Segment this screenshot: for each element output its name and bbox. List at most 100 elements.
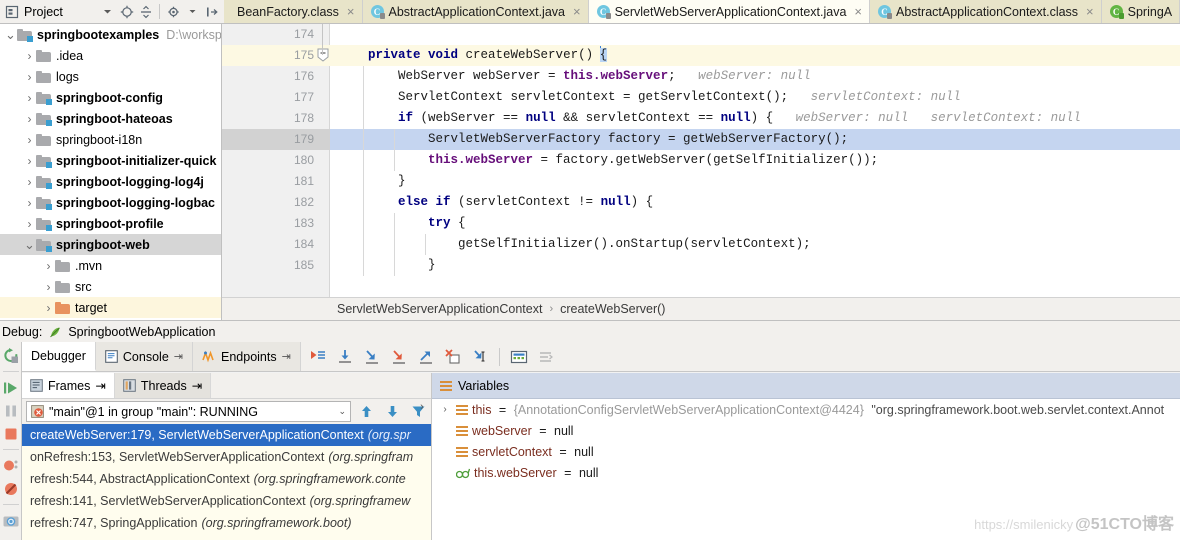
tree-node-5[interactable]: › springboot-i18n bbox=[0, 129, 221, 150]
chevron-down-icon[interactable]: ⌄ bbox=[4, 28, 17, 41]
chevron-right-icon[interactable]: › bbox=[23, 50, 36, 62]
editor-tab-0[interactable]: CBeanFactory.class× bbox=[224, 0, 363, 23]
force-step-into-icon[interactable] bbox=[387, 345, 411, 369]
tab-endpoints-pin-icon[interactable]: ⇥ bbox=[282, 350, 291, 363]
chevron-right-icon[interactable]: › bbox=[42, 302, 55, 314]
variable-row[interactable]: › this = {AnnotationConfigServletWebServe… bbox=[432, 399, 1180, 420]
editor-tab-1[interactable]: C AbstractApplicationContext.java × bbox=[362, 0, 589, 23]
frame-row[interactable]: refresh:544, AbstractApplicationContext(… bbox=[22, 468, 431, 490]
code-line-175[interactable]: 175 private void createWebServer() { bbox=[222, 45, 1180, 66]
tree-node-10[interactable]: ⌄ springboot-web bbox=[0, 234, 221, 255]
expand-frames-panel-icon[interactable]: › bbox=[414, 398, 430, 416]
close-icon[interactable]: × bbox=[854, 4, 862, 19]
chevron-right-icon[interactable]: › bbox=[23, 92, 36, 104]
tree-node-9[interactable]: › springboot-profile bbox=[0, 213, 221, 234]
hide-icon[interactable] bbox=[203, 2, 220, 21]
resume-program-icon[interactable] bbox=[1, 377, 21, 398]
chevron-right-icon[interactable]: › bbox=[23, 218, 36, 230]
code-line-178[interactable]: 178 if (webServer == null && servletCont… bbox=[222, 108, 1180, 129]
evaluate-expression-icon[interactable] bbox=[507, 345, 531, 369]
variable-row[interactable]: servletContext = null bbox=[432, 441, 1180, 462]
settings-gear-icon[interactable] bbox=[165, 2, 182, 21]
tab-endpoints[interactable]: Endpoints ⇥ bbox=[193, 342, 301, 371]
tree-node-0[interactable]: ⌄ springbootexamples D:\worksp bbox=[0, 24, 221, 45]
editor-tab-3[interactable]: C AbstractApplicationContext.class × bbox=[870, 0, 1102, 23]
tab-console[interactable]: Console ⇥ bbox=[95, 342, 193, 371]
chevron-right-icon[interactable]: › bbox=[23, 197, 36, 209]
move-down-icon[interactable] bbox=[381, 401, 403, 422]
variable-row[interactable]: webServer = null bbox=[432, 420, 1180, 441]
code-line-177[interactable]: 177 ServletContext servletContext = getS… bbox=[222, 87, 1180, 108]
tab-threads-pin-icon[interactable]: ⇥ bbox=[192, 378, 202, 393]
gear-dropdown-icon[interactable] bbox=[184, 2, 201, 21]
code-line-176[interactable]: 176 WebServer webServer = this.webServer… bbox=[222, 66, 1180, 87]
tree-node-4[interactable]: › springboot-hateoas bbox=[0, 108, 221, 129]
tree-node-13[interactable]: › target bbox=[0, 297, 221, 318]
tab-console-pin-icon[interactable]: ⇥ bbox=[174, 350, 183, 363]
code-line-180[interactable]: 180 this.webServer = factory.getWebServe… bbox=[222, 150, 1180, 171]
variable-row[interactable]: this.webServer = null bbox=[432, 462, 1180, 483]
frame-row[interactable]: onRefresh:153, ServletWebServerApplicati… bbox=[22, 446, 431, 468]
tab-threads[interactable]: Threads ⇥ bbox=[114, 373, 212, 398]
tree-node-6[interactable]: › springboot-initializer-quick bbox=[0, 150, 221, 171]
code-line-185[interactable]: 185 } bbox=[222, 255, 1180, 276]
editor-tab-2[interactable]: C ServletWebServerApplicationContext.java… bbox=[588, 0, 871, 23]
code-line-179[interactable]: 179 ServletWebServerFactory factory = ge… bbox=[222, 129, 1180, 150]
breadcrumb[interactable]: ServletWebServerApplicationContext › cre… bbox=[222, 297, 1180, 320]
frame-row[interactable]: refresh:141, ServletWebServerApplication… bbox=[22, 490, 431, 512]
breadcrumb-method[interactable]: createWebServer() bbox=[560, 302, 665, 316]
tab-debugger[interactable]: Debugger bbox=[22, 342, 96, 371]
code-line-182[interactable]: 182 else if (servletContext != null) { bbox=[222, 192, 1180, 213]
move-up-icon[interactable] bbox=[355, 401, 377, 422]
chevron-right-icon[interactable]: › bbox=[23, 113, 36, 125]
chevron-right-icon[interactable]: › bbox=[438, 404, 452, 415]
frame-row[interactable]: createWebServer:179, ServletWebServerApp… bbox=[22, 424, 431, 446]
view-breakpoints-icon[interactable] bbox=[1, 455, 21, 476]
tree-node-2[interactable]: › logs bbox=[0, 66, 221, 87]
variables-list[interactable]: › this = {AnnotationConfigServletWebServe… bbox=[432, 399, 1180, 483]
code-editor[interactable]: 174 175 private void createWebServer() {1… bbox=[222, 24, 1180, 297]
frame-row[interactable]: refresh:747, SpringApplication (org.sprin… bbox=[22, 512, 431, 534]
drop-frame-icon[interactable] bbox=[441, 345, 465, 369]
run-to-cursor-icon[interactable] bbox=[468, 345, 492, 369]
tree-node-3[interactable]: › springboot-config bbox=[0, 87, 221, 108]
settings-icon[interactable] bbox=[534, 345, 558, 369]
locate-icon[interactable] bbox=[118, 2, 135, 21]
chevron-right-icon[interactable]: › bbox=[23, 176, 36, 188]
close-icon[interactable]: × bbox=[573, 4, 581, 19]
project-dropdown-icon[interactable] bbox=[99, 2, 116, 21]
close-icon[interactable]: × bbox=[347, 4, 355, 19]
collapse-all-icon[interactable] bbox=[137, 2, 154, 21]
code-line-183[interactable]: 183 try { bbox=[222, 213, 1180, 234]
code-line-174[interactable]: 174 bbox=[222, 24, 1180, 45]
code-fold-icon[interactable] bbox=[317, 48, 329, 62]
tab-frames[interactable]: Frames ⇥ bbox=[22, 373, 115, 398]
chevron-right-icon[interactable]: › bbox=[42, 260, 55, 272]
show-execution-point-icon[interactable] bbox=[306, 345, 330, 369]
chevron-right-icon[interactable]: › bbox=[42, 281, 55, 293]
chevron-right-icon[interactable]: › bbox=[23, 134, 36, 146]
rerun-icon[interactable] bbox=[1, 345, 21, 366]
thread-selector[interactable]: "main"@1 in group "main": RUNNING ⌄ bbox=[26, 401, 351, 422]
tab-frames-pin-icon[interactable]: ⇥ bbox=[95, 378, 105, 393]
project-tool-window-label[interactable]: Project bbox=[0, 0, 95, 23]
pause-program-icon[interactable] bbox=[1, 400, 21, 421]
editor-tab-4[interactable]: C SpringA bbox=[1101, 0, 1180, 23]
stop-icon[interactable] bbox=[1, 423, 21, 444]
breadcrumb-class[interactable]: ServletWebServerApplicationContext bbox=[337, 302, 542, 316]
code-lines[interactable]: 174 175 private void createWebServer() {1… bbox=[222, 24, 1180, 297]
frame-list[interactable]: createWebServer:179, ServletWebServerApp… bbox=[22, 424, 431, 534]
tree-node-11[interactable]: › .mvn bbox=[0, 255, 221, 276]
tree-node-8[interactable]: › springboot-logging-logbac bbox=[0, 192, 221, 213]
close-icon[interactable]: × bbox=[1086, 4, 1094, 19]
step-into-icon[interactable] bbox=[360, 345, 384, 369]
mute-breakpoints-icon[interactable] bbox=[1, 478, 21, 499]
chevron-down-icon[interactable]: ⌄ bbox=[338, 406, 346, 417]
code-line-181[interactable]: 181 } bbox=[222, 171, 1180, 192]
chevron-right-icon[interactable]: › bbox=[23, 71, 36, 83]
tree-node-12[interactable]: › src bbox=[0, 276, 221, 297]
step-over-icon[interactable] bbox=[333, 345, 357, 369]
tree-node-7[interactable]: › springboot-logging-log4j bbox=[0, 171, 221, 192]
chevron-down-icon[interactable]: ⌄ bbox=[23, 238, 36, 251]
tree-node-1[interactable]: › .idea bbox=[0, 45, 221, 66]
